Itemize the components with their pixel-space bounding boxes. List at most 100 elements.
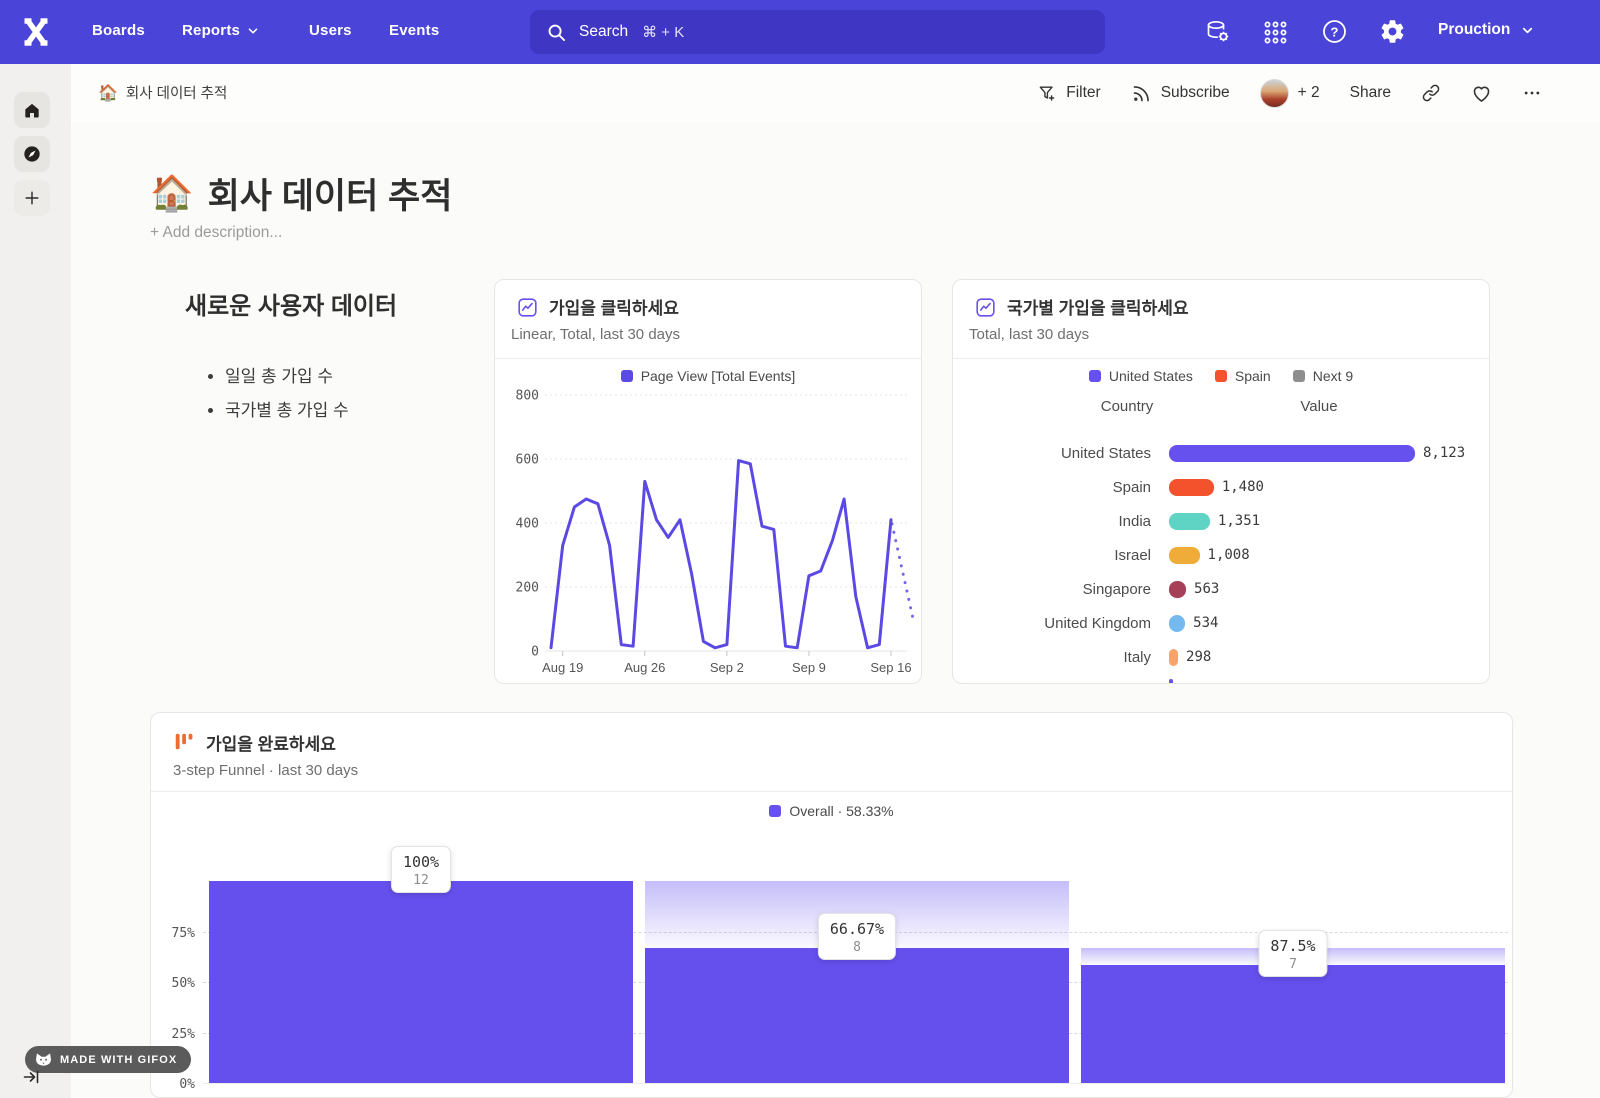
funnel-baseline <box>203 1083 1508 1084</box>
funnel-bar[interactable] <box>1081 965 1505 1083</box>
nav-item-events[interactable]: Events <box>389 22 439 39</box>
project-switcher[interactable]: Prouction <box>1438 21 1535 39</box>
sidebar-explore-button[interactable] <box>14 136 50 172</box>
x-tick-label: Aug 26 <box>624 660 665 675</box>
legend-label: Overall · 58.33% <box>789 803 893 819</box>
legend-item[interactable]: United States <box>1089 368 1193 384</box>
legend-swatch <box>1215 370 1227 382</box>
country-row[interactable]: Israel 1,008 <box>953 538 1489 572</box>
funnel-bars-icon <box>173 731 195 753</box>
collapse-sidebar-icon[interactable] <box>22 1068 40 1086</box>
page-title-emoji: 🏠 <box>150 173 194 214</box>
sidebar-home-button[interactable] <box>14 92 50 128</box>
chevron-down-icon <box>246 24 260 38</box>
country-label: Singapore <box>953 581 1169 598</box>
search-input[interactable]: Search ⌘ + K <box>530 10 1105 54</box>
filter-button[interactable]: Filter <box>1037 83 1100 103</box>
add-description-button[interactable]: + Add description... <box>150 224 282 242</box>
country-row[interactable]: United States8,123 <box>953 436 1489 470</box>
more-options-button[interactable] <box>1522 83 1542 103</box>
country-row[interactable]: Singapore 563 <box>953 572 1489 606</box>
card-title[interactable]: 가입을 클릭하세요 <box>549 294 679 319</box>
page-title: 🏠 회사 데이터 추적 <box>150 168 452 219</box>
ellipsis-icon <box>1522 83 1542 103</box>
help-icon[interactable]: ? <box>1321 18 1348 45</box>
copy-link-button[interactable] <box>1421 83 1441 103</box>
mixpanel-logo-icon[interactable] <box>18 14 54 50</box>
country-bar[interactable] <box>1169 513 1210 530</box>
breadcrumb[interactable]: 🏠 회사 데이터 추적 <box>98 82 227 103</box>
funnel-bar[interactable] <box>645 948 1069 1083</box>
funnel-step-label: 100%12 <box>391 846 451 893</box>
legend-item[interactable]: Overall · 58.33% <box>769 803 893 819</box>
sidebar-create-button[interactable] <box>14 180 50 216</box>
country-label: United States <box>953 445 1169 462</box>
settings-gear-icon[interactable] <box>1379 18 1406 45</box>
funnel-legend: Overall · 58.33% <box>151 803 1512 819</box>
avatar <box>1260 79 1289 108</box>
y-tick-label: 25% <box>151 1026 195 1044</box>
step-count: 12 <box>403 873 439 888</box>
divider <box>151 791 1512 792</box>
legend-swatch <box>1089 370 1101 382</box>
country-value: 1,008 <box>1208 547 1250 563</box>
search-label: Search <box>579 23 628 41</box>
share-button[interactable]: Share <box>1350 84 1391 102</box>
apps-grid-icon[interactable] <box>1262 19 1289 46</box>
collaborators[interactable]: + 2 <box>1260 79 1320 108</box>
y-tick-label: 75% <box>151 925 195 943</box>
data-management-icon[interactable] <box>1204 18 1231 45</box>
country-row[interactable]: India1,351 <box>953 504 1489 538</box>
legend-item[interactable]: Spain <box>1215 368 1271 384</box>
card-title[interactable]: 국가별 가입을 클릭하세요 <box>1007 294 1189 319</box>
y-tick-label: 200 <box>516 581 539 596</box>
country-bar[interactable] <box>1169 547 1200 564</box>
country-bar[interactable] <box>1169 581 1186 598</box>
card-line-chart: 가입을 클릭하세요 Linear, Total, last 30 days Pa… <box>494 279 922 684</box>
subscribe-button[interactable]: Subscribe <box>1131 83 1230 104</box>
y-tick-label: 800 <box>516 389 539 404</box>
heart-icon <box>1471 83 1492 104</box>
country-bar[interactable] <box>1169 615 1185 632</box>
country-label: Israel <box>953 547 1169 564</box>
svg-text:?: ? <box>1331 24 1339 39</box>
compass-icon <box>22 144 42 164</box>
board-emoji: 🏠 <box>98 83 118 103</box>
home-icon <box>22 100 42 120</box>
x-tick-label: Aug 19 <box>542 660 583 675</box>
country-value: 563 <box>1194 581 1219 597</box>
nav-item-boards[interactable]: Boards <box>92 22 145 39</box>
bullet-item: 일일 총 가입 수 <box>225 362 349 387</box>
gifox-badge[interactable]: MADE WITH GIFOX <box>25 1046 191 1073</box>
incomplete-data-dots <box>892 524 914 623</box>
x-tick-label: Sep 16 <box>870 660 911 675</box>
link-icon <box>1421 83 1441 103</box>
top-nav: Boards Reports Users Events Search ⌘ + K <box>0 0 1600 64</box>
legend-item[interactable]: Next 9 <box>1293 368 1353 384</box>
country-row[interactable]: Spain1,480 <box>953 470 1489 504</box>
column-header-value: Value <box>1253 398 1385 415</box>
search-shortcut: ⌘ + K <box>642 23 684 41</box>
country-bar[interactable] <box>1169 479 1214 496</box>
country-bar[interactable] <box>1169 649 1178 666</box>
y-tick-label: 400 <box>516 517 539 532</box>
funnel-bar[interactable] <box>209 881 633 1083</box>
card-country-bars: 국가별 가입을 클릭하세요 Total, last 30 days United… <box>952 279 1490 684</box>
funnel-step-label: 87.5%7 <box>1258 930 1327 977</box>
card-funnel: 가입을 완료하세요 3-step Funnel · last 30 days O… <box>150 712 1513 1098</box>
nav-item-reports[interactable]: Reports <box>182 22 260 39</box>
favorite-button[interactable] <box>1471 83 1492 104</box>
plus-icon <box>22 188 42 208</box>
country-label: India <box>953 513 1169 530</box>
country-bar[interactable] <box>1169 445 1415 462</box>
country-value: 298 <box>1186 649 1211 665</box>
collaborators-count: + 2 <box>1298 84 1320 102</box>
line-series[interactable] <box>551 461 891 648</box>
nav-item-users[interactable]: Users <box>309 22 352 39</box>
country-row[interactable]: Italy298 <box>953 640 1489 674</box>
line-chart-icon <box>517 297 538 318</box>
country-row[interactable]: United Kingdom534 <box>953 606 1489 640</box>
card-title[interactable]: 가입을 완료하세요 <box>206 730 336 755</box>
fox-icon <box>35 1052 52 1067</box>
line-chart-plot[interactable]: 0200400600800Aug 19Aug 26Sep 2Sep 9Sep 1… <box>495 375 923 685</box>
